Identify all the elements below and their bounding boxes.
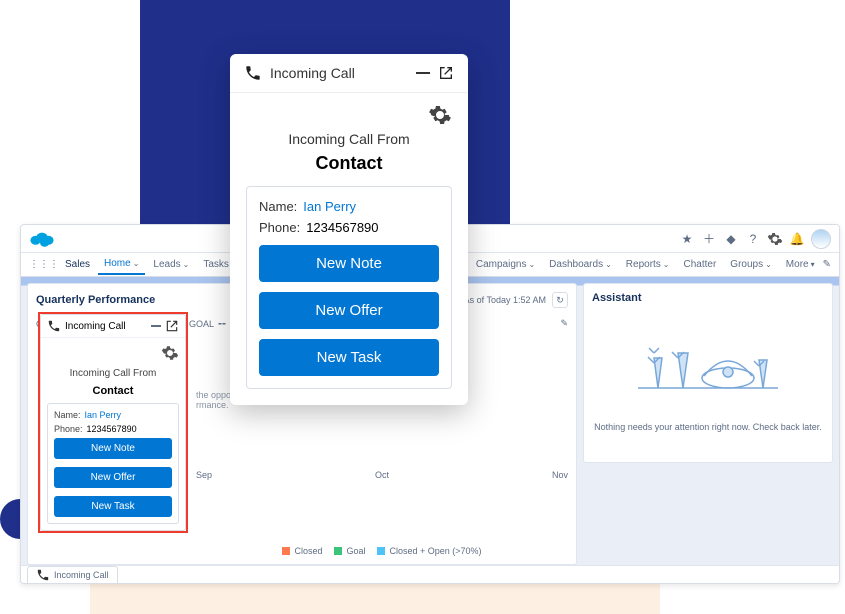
nav-chatter[interactable]: Chatter (678, 255, 723, 274)
qp-asof: As of Today 1:52 AM (464, 295, 546, 305)
app-launcher-icon[interactable]: ⋮⋮⋮ (29, 259, 59, 270)
utility-bar: Incoming Call (21, 565, 839, 583)
nav-groups[interactable]: Groups⌄ (724, 255, 778, 274)
assistant-card: Assistant (583, 283, 833, 463)
contact-phone: 1234567890 (306, 220, 378, 235)
incoming-call-from-label: Incoming Call From (47, 368, 179, 379)
incoming-call-from-label: Incoming Call From (246, 131, 452, 147)
phone-icon (47, 319, 61, 333)
contact-name-link[interactable]: Ian Perry (303, 199, 356, 214)
phone-icon (36, 568, 50, 582)
nav-campaigns[interactable]: Campaigns⌄ (470, 255, 541, 274)
entity-type: Contact (246, 153, 452, 174)
favorite-icon[interactable]: ★ (679, 231, 695, 247)
new-offer-button[interactable]: New Offer (259, 292, 439, 329)
call-popup-large: Incoming Call Incoming Call From Contact… (230, 54, 468, 405)
assistant-title: Assistant (592, 292, 824, 304)
call-panel-title: Incoming Call (65, 321, 126, 332)
setup-gear-icon[interactable] (767, 231, 783, 247)
minimize-icon[interactable] (416, 72, 430, 74)
notifications-icon[interactable]: 🔔 (789, 231, 805, 247)
phone-icon (244, 64, 262, 82)
popout-icon[interactable] (165, 319, 179, 333)
salesforce-logo (29, 230, 55, 248)
nav-more[interactable]: More▾ (780, 255, 821, 274)
popup-title: Incoming Call (270, 65, 355, 81)
qp-title: Quarterly Performance (36, 294, 155, 306)
minimize-icon[interactable] (151, 325, 161, 327)
edit-goal-icon[interactable]: ✎ (560, 318, 568, 329)
user-avatar[interactable] (811, 229, 831, 249)
nav-home[interactable]: Home⌄ (98, 254, 145, 275)
new-task-button[interactable]: New Task (259, 339, 439, 376)
nav-leads[interactable]: Leads⌄ (147, 255, 195, 274)
popout-icon[interactable] (438, 65, 454, 81)
add-icon[interactable]: ＋ (701, 231, 717, 247)
app-name: Sales (65, 259, 90, 270)
qp-legend: Closed Goal Closed + Open (>70%) (36, 546, 568, 556)
trail-icon[interactable]: ◆ (723, 231, 739, 247)
help-icon[interactable]: ? (745, 231, 761, 247)
gear-icon[interactable] (428, 103, 452, 127)
nav-edit-icon[interactable]: ✎ (823, 259, 831, 270)
entity-type: Contact (47, 385, 179, 397)
call-panel-highlight: Incoming Call Incoming Call From Contact… (38, 312, 188, 533)
assistant-message: Nothing needs your attention right now. … (592, 422, 824, 432)
assistant-illustration (592, 318, 824, 408)
nav-dashboards[interactable]: Dashboards⌄ (543, 255, 618, 274)
contact-phone: 1234567890 (87, 424, 137, 434)
gear-icon[interactable] (161, 344, 179, 362)
new-note-button[interactable]: New Note (259, 245, 439, 282)
call-panel-small: Incoming Call Incoming Call From Contact… (40, 314, 186, 531)
nav-reports[interactable]: Reports⌄ (620, 255, 676, 274)
new-offer-button[interactable]: New Offer (54, 467, 172, 488)
new-note-button[interactable]: New Note (54, 438, 172, 459)
utility-tab-incoming-call[interactable]: Incoming Call (27, 566, 118, 583)
contact-name-link[interactable]: Ian Perry (85, 410, 122, 420)
refresh-button[interactable]: ↻ (552, 292, 568, 308)
new-task-button[interactable]: New Task (54, 496, 172, 517)
